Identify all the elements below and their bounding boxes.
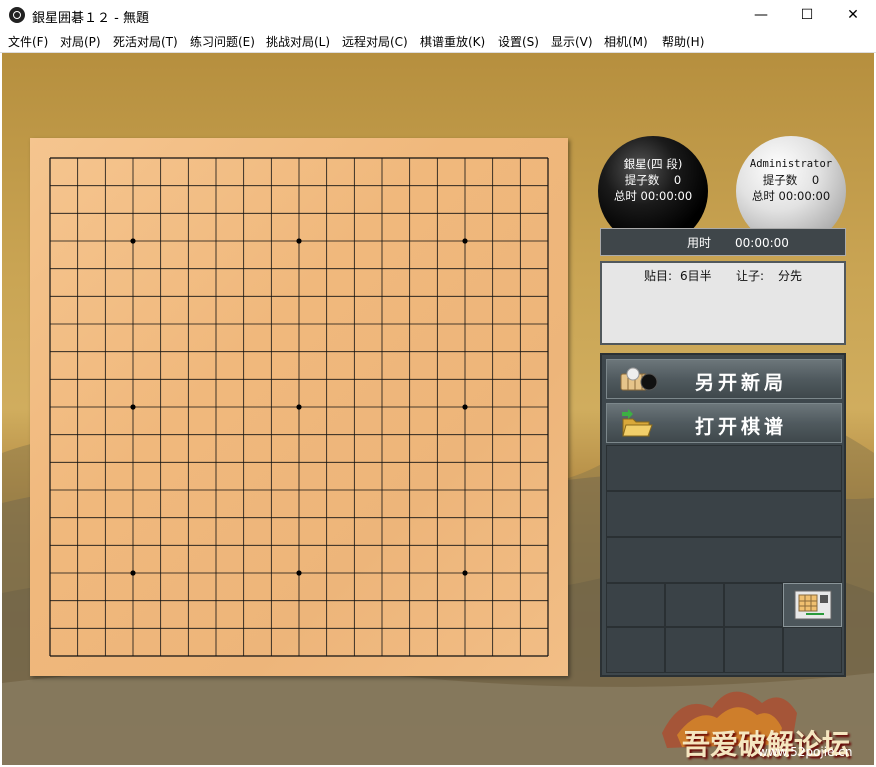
close-button[interactable]: ✕: [830, 0, 876, 30]
board-grid[interactable]: [30, 138, 568, 676]
white-player-name: Administrator: [749, 158, 833, 170]
stones-bowl-icon: [620, 367, 658, 391]
minimize-button[interactable]: —: [738, 0, 784, 30]
handicap-label: 让子:: [736, 269, 765, 283]
black-player-name: 銀星(四 段): [623, 157, 683, 171]
star-point: [130, 404, 136, 410]
star-point: [296, 570, 302, 576]
title-bar: 銀星囲碁１２ - 無題 — ☐ ✕: [0, 0, 876, 30]
menu-life-death[interactable]: 死活对局(T): [113, 33, 178, 50]
open-folder-icon: [622, 409, 653, 437]
star-point: [462, 570, 468, 576]
star-point: [462, 404, 468, 410]
move-time-label: 用时: [687, 236, 712, 250]
white-captures-value: 0: [811, 173, 820, 187]
black-time-label: 总时: [613, 189, 637, 203]
black-captures-value: 0: [673, 173, 682, 187]
handicap-value: 分先: [778, 269, 803, 283]
star-point: [130, 238, 136, 244]
white-time-value: 00:00:00: [778, 189, 831, 203]
empty-slot: [606, 537, 842, 583]
empty-slot: [606, 445, 842, 491]
komi-value: 6目半: [680, 269, 712, 283]
empty-slot: [606, 583, 665, 627]
star-point: [462, 238, 468, 244]
control-panel: 另开新局 打开棋谱: [600, 353, 846, 677]
menu-game[interactable]: 对局(P): [60, 33, 101, 50]
move-time-value: 00:00:00: [735, 236, 789, 250]
game-background: 銀星(四 段) 提子数 0 总时 00:00:00 Administrator …: [2, 53, 874, 765]
go-board[interactable]: [30, 138, 568, 676]
menu-practice[interactable]: 练习问题(E): [190, 33, 255, 50]
empty-slot: [665, 583, 724, 627]
white-captures-label: 提子数: [762, 173, 798, 187]
watermark-site: www.52pojie.cn: [758, 745, 853, 759]
maximize-button[interactable]: ☐: [784, 0, 830, 30]
empty-slot: [606, 627, 665, 673]
window-title: 銀星囲碁１２ - 無題: [32, 11, 149, 26]
move-time-bar: 用时 00:00:00: [600, 228, 846, 256]
empty-slot: [606, 491, 842, 537]
menu-settings[interactable]: 设置(S): [498, 33, 539, 50]
menu-camera[interactable]: 相机(M): [604, 33, 648, 50]
empty-slot: [724, 627, 783, 673]
new-game-button[interactable]: 另开新局: [606, 359, 842, 399]
menu-challenge[interactable]: 挑战对局(L): [266, 33, 330, 50]
white-time-label: 总时: [751, 189, 775, 203]
menu-file[interactable]: 文件(F): [8, 33, 48, 50]
menu-bar: 文件(F) 对局(P) 死活对局(T) 练习问题(E) 挑战对局(L) 远程对局…: [0, 30, 876, 53]
empty-slot: [724, 583, 783, 627]
board-tool-button[interactable]: [783, 583, 842, 627]
app-icon[interactable]: [9, 7, 25, 23]
menu-view[interactable]: 显示(V): [551, 33, 593, 50]
new-game-label: 另开新局: [695, 372, 788, 394]
open-record-button[interactable]: 打开棋谱: [606, 403, 842, 443]
watermark-logo: 吾爱破解论坛 www.52pojie.cn: [622, 673, 874, 765]
empty-slot: [783, 627, 842, 673]
star-point: [130, 570, 136, 576]
star-point: [296, 238, 302, 244]
menu-help[interactable]: 帮助(H): [662, 33, 704, 50]
open-record-label: 打开棋谱: [695, 416, 788, 438]
game-info-panel: 贴目: 6目半 让子: 分先: [600, 261, 846, 345]
empty-slot: [665, 627, 724, 673]
menu-remote[interactable]: 远程对局(C): [342, 33, 408, 50]
star-point: [296, 404, 302, 410]
menu-replay[interactable]: 棋谱重放(K): [420, 33, 485, 50]
komi-label: 贴目:: [644, 269, 673, 283]
black-time-value: 00:00:00: [640, 189, 693, 203]
board-grid-icon: [794, 590, 832, 620]
black-captures-label: 提子数: [624, 173, 660, 187]
